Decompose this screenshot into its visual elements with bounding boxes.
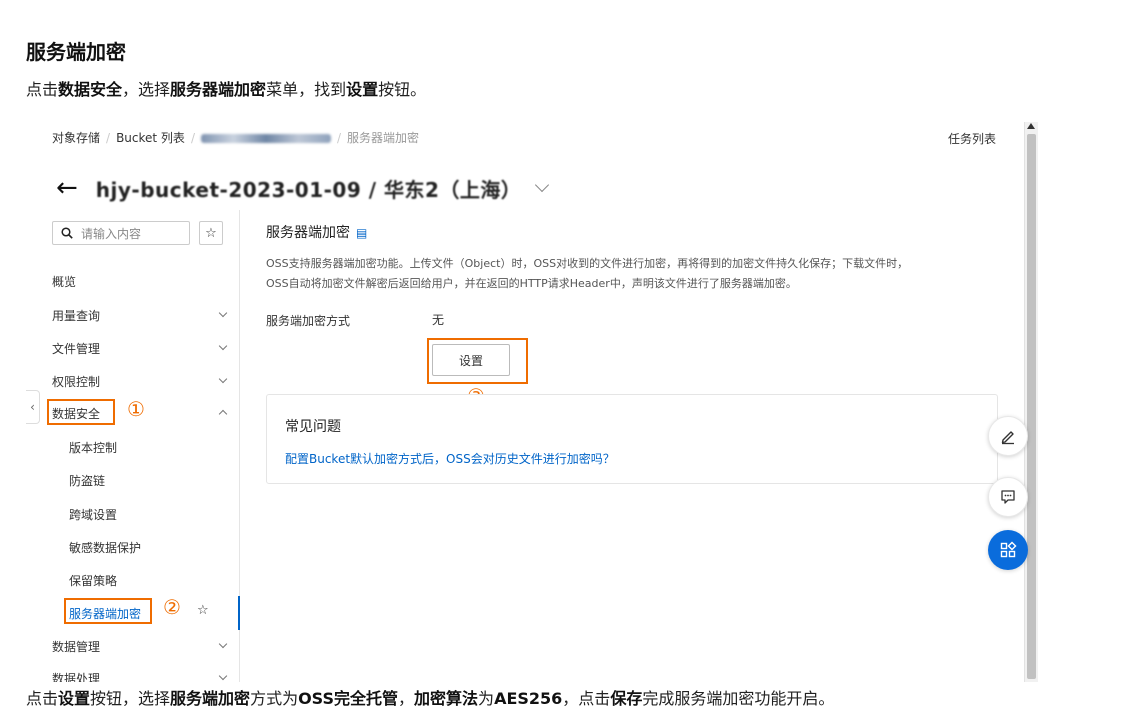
chevron-down-icon[interactable] [535,177,550,193]
chevron-left-icon: ‹ [30,400,35,414]
faq-link[interactable]: 配置Bucket默认加密方式后，OSS会对历史文件进行加密吗？ [285,450,615,467]
bucket-title-bar: ← hjy-bucket-2023-01-09 / 华东2（上海） [56,170,550,206]
doc-heading: 服务端加密 [26,40,126,64]
bold-text: 设置 [346,80,379,99]
active-indicator [238,596,240,630]
doc-paragraph-1: 点击数据安全，选择服务器端加密菜单，找到设置按钮。 [26,80,426,100]
text: 按钮，选择 [90,689,171,708]
back-arrow-icon[interactable]: ← [56,173,78,203]
sidebar-item-data-processing[interactable]: 数据处理 [52,670,232,682]
bold-text: 设置 [58,689,91,708]
sidebar-item-data-management[interactable]: 数据管理 [52,638,232,655]
breadcrumb-current: 服务器端加密 [347,131,420,145]
encryption-mode-value: 无 [432,313,445,327]
text: ，点击 [562,689,611,708]
text: ，选择 [122,80,171,99]
annotation-2: ② [163,595,181,619]
bold-text: 服务端加密 [170,689,251,708]
chevron-down-icon [218,341,228,351]
breadcrumb-oss[interactable]: 对象存储 [52,131,100,145]
chevron-up-icon [218,409,228,419]
favorite-star-button[interactable]: ☆ [199,221,223,245]
breadcrumb: 对象存储 / Bucket 列表 / / 服务器端加密 [52,131,420,145]
sidebar-item-files[interactable]: 文件管理 [52,340,232,357]
nav-search-input[interactable]: 请输入内容 [52,221,190,245]
chevron-down-icon [218,374,228,384]
label: 文件管理 [52,342,101,356]
edit-feedback-button[interactable] [988,416,1028,456]
task-list-link[interactable]: 任务列表 [948,130,996,147]
text: 点击 [26,689,59,708]
scrollbar-thumb[interactable] [1027,134,1036,679]
star-icon: ☆ [205,225,217,241]
highlight-box-data-security [47,399,115,425]
faq-card: 常见问题 配置Bucket默认加密方式后，OSS会对历史文件进行加密吗？ [266,394,998,484]
chevron-down-icon [218,639,228,649]
label: 权限控制 [52,375,101,389]
bold-text: 保存 [610,689,643,708]
sidebar-item-versioning[interactable]: 版本控制 [69,439,117,456]
sidebar-item-cors[interactable]: 跨域设置 [69,506,117,523]
bold-text: 服务器端加密 [170,80,267,99]
text: 为 [478,689,495,708]
label: 用量查询 [52,309,101,323]
apps-grid-icon [1000,541,1017,558]
breadcrumb-bucket-name-redacted[interactable] [200,134,331,143]
text: 点击 [26,80,59,99]
sidebar-item-retention[interactable]: 保留策略 [69,572,117,589]
breadcrumb-bucket-list[interactable]: Bucket 列表 [116,131,185,145]
bold-text: OSS完全托管 [298,689,399,708]
faq-title: 常见问题 [285,419,341,435]
chat-icon [1001,490,1015,504]
content-heading: 服务器端加密 ▤ [266,222,367,242]
sidebar-collapse-button[interactable]: ‹ [26,390,40,424]
encryption-mode-label: 服务端加密方式 [266,314,351,328]
bold-text: AES256 [494,689,563,708]
description-line-2: OSS自动将加密文件解密后返回给用户，并在返回的HTTP请求Header中，声明… [266,277,797,290]
label: 数据管理 [52,640,101,654]
star-icon[interactable]: ☆ [197,603,209,618]
highlight-box-settings [427,338,528,384]
annotation-1: ① [127,397,145,421]
search-icon [61,227,73,239]
heading-text: 服务器端加密 [266,225,350,241]
description-line-1: OSS支持服务器端加密功能。上传文件（Object）时，OSS对收到的文件进行加… [266,257,909,270]
label: 数据处理 [52,672,101,682]
pencil-icon [1001,431,1014,445]
chevron-down-icon [218,308,228,318]
text: 按钮。 [378,80,427,99]
text: ， [398,689,415,708]
search-placeholder: 请输入内容 [81,226,142,241]
doc-paragraph-2: 点击设置按钮，选择服务端加密方式为OSS完全托管，加密算法为AES256，点击保… [26,689,834,709]
text: 方式为 [250,689,299,708]
sidebar-item-hotlink[interactable]: 防盗链 [69,472,105,489]
highlight-box-sse [64,598,152,624]
sidebar-item-usage[interactable]: 用量查询 [52,307,232,324]
chat-button[interactable] [988,477,1028,517]
sidebar-item-permissions[interactable]: 权限控制 [52,373,232,390]
scroll-up-arrow-icon[interactable] [1027,123,1035,129]
console-screenshot: 对象存储 / Bucket 列表 / / 服务器端加密 任务列表 ← hjy-bucket… [26,120,1040,682]
sidebar-item-overview[interactable]: 概览 [52,273,76,290]
bucket-title: hjy-bucket-2023-01-09 / 华东2（上海） [95,177,522,202]
chevron-down-icon [218,671,228,681]
bold-text: 数据安全 [58,80,123,99]
sidebar-item-sensitive-data[interactable]: 敏感数据保护 [69,539,141,556]
text: 菜单，找到 [266,80,347,99]
bold-text: 加密算法 [414,689,479,708]
text: 完成服务端加密功能开启。 [642,689,835,708]
document-icon[interactable]: ▤ [356,226,367,240]
apps-button[interactable] [988,530,1028,570]
